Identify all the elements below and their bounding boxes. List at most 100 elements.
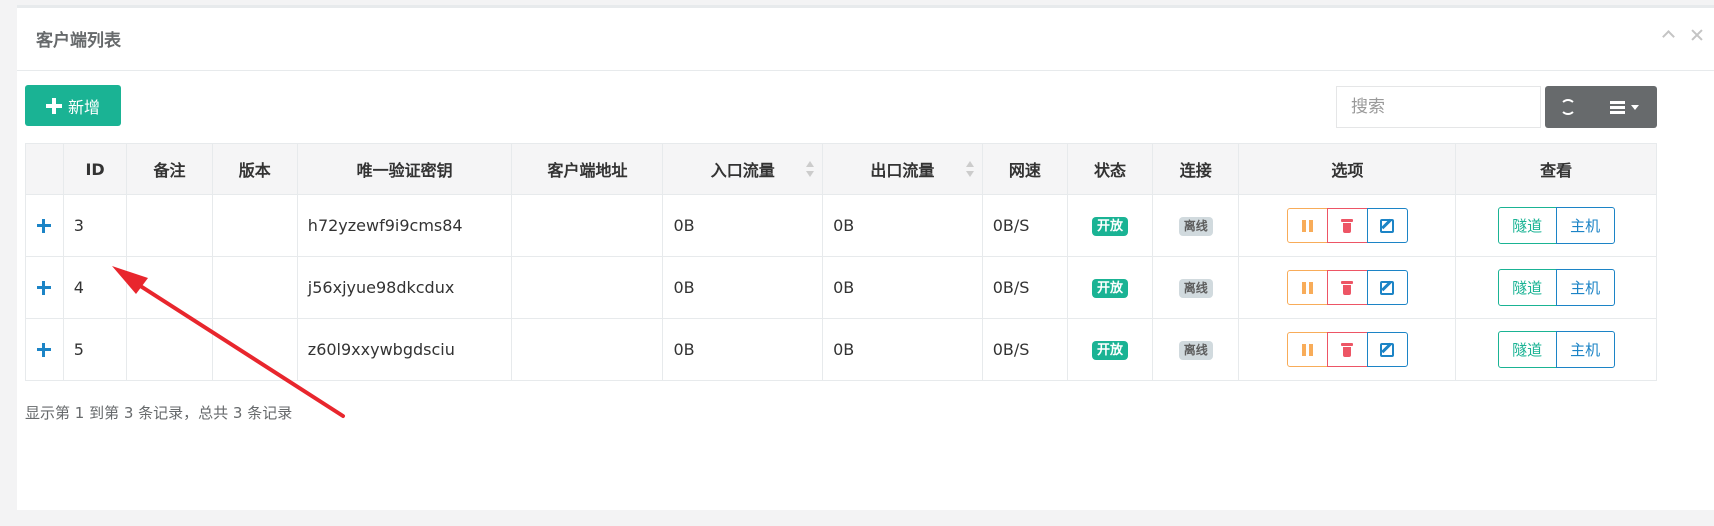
col-id[interactable]: ID: [62, 143, 128, 195]
col-address: 客户端地址: [511, 143, 664, 195]
status-badge: 开放: [1092, 279, 1129, 298]
cell-in-flow: 0B: [662, 256, 824, 319]
chevron-up-icon[interactable]: [1662, 28, 1676, 42]
tunnel-button[interactable]: 隧道: [1497, 331, 1557, 368]
plus-icon[interactable]: [37, 280, 52, 295]
cell-out-flow: 0B: [822, 318, 983, 381]
cell-id: 4: [62, 256, 128, 319]
pause-button[interactable]: [1286, 208, 1328, 243]
table-row: 4 j56xjyue98dkcdux 0B 0B 0B/S 开放 离线 隧道 主…: [25, 256, 1657, 319]
cell-remark: [126, 256, 213, 319]
trash-icon: [1341, 342, 1354, 357]
edit-button[interactable]: [1366, 270, 1408, 305]
connection-cell: 离线: [1152, 318, 1240, 381]
delete-button[interactable]: [1326, 208, 1368, 243]
pause-icon: [1301, 343, 1313, 356]
edit-button[interactable]: [1366, 332, 1408, 367]
col-key: 唯一验证密钥: [296, 143, 513, 195]
col-out-flow[interactable]: 出口流量: [822, 143, 983, 195]
search-input[interactable]: [1336, 86, 1541, 128]
cell-version: [211, 256, 298, 319]
refresh-icon: [1560, 99, 1576, 115]
col-connection: 连接: [1152, 143, 1240, 195]
caret-down-icon: [1630, 104, 1639, 110]
options-group: [1249, 332, 1445, 367]
pagination-summary: 显示第 1 到第 3 条记录，总共 3 条记录: [25, 404, 293, 422]
status-badge: 开放: [1092, 217, 1129, 236]
pause-icon: [1301, 281, 1313, 294]
options-cell: [1238, 256, 1457, 319]
table-row: 5 z60l9xxywbgdsciu 0B 0B 0B/S 开放 离线 隧道 主…: [25, 318, 1657, 381]
expand-cell: [25, 318, 64, 381]
close-icon[interactable]: [1690, 28, 1704, 42]
options-cell: [1238, 318, 1457, 381]
col-out-flow-label: 出口流量: [870, 161, 935, 180]
col-view: 查看: [1455, 143, 1657, 195]
plus-icon[interactable]: [37, 342, 52, 357]
tunnel-button[interactable]: 隧道: [1497, 269, 1557, 306]
trash-icon: [1341, 280, 1354, 295]
plus-icon[interactable]: [37, 218, 52, 233]
view-group: 隧道 主机: [1466, 207, 1646, 244]
edit-icon: [1380, 218, 1395, 233]
cell-out-flow: 0B: [822, 194, 983, 257]
panel-title: 客户端列表: [36, 31, 121, 51]
connection-cell: 离线: [1152, 194, 1240, 257]
expand-cell: [25, 256, 64, 319]
cell-remark: [126, 318, 213, 381]
status-badge: 开放: [1092, 341, 1129, 360]
add-button[interactable]: 新增: [25, 85, 121, 126]
cell-address: [511, 194, 664, 257]
refresh-button[interactable]: [1545, 86, 1591, 128]
add-button-label: 新增: [67, 97, 100, 117]
col-remark: 备注: [126, 143, 213, 195]
table-tools-group: [1545, 86, 1657, 128]
connection-cell: 离线: [1152, 256, 1240, 319]
panel-tools: [1662, 28, 1704, 42]
view-cell: 隧道 主机: [1455, 318, 1657, 381]
connection-badge: 离线: [1178, 217, 1213, 236]
cell-key: j56xjyue98dkcdux: [296, 256, 513, 319]
pause-button[interactable]: [1286, 270, 1328, 305]
client-table: ID 备注 版本 唯一验证密钥 客户端地址 入口流量 出口流量 网速 状态 连接…: [25, 143, 1657, 381]
edit-icon: [1380, 342, 1395, 357]
tunnel-button[interactable]: 隧道: [1497, 207, 1557, 244]
delete-button[interactable]: [1326, 270, 1368, 305]
cell-out-flow: 0B: [822, 256, 983, 319]
cell-version: [211, 318, 298, 381]
view-group: 隧道 主机: [1466, 331, 1646, 368]
cell-speed: 0B/S: [981, 194, 1068, 257]
columns-toggle-button[interactable]: [1591, 86, 1657, 128]
view-cell: 隧道 主机: [1455, 194, 1657, 257]
view-cell: 隧道 主机: [1455, 256, 1657, 319]
trash-icon: [1341, 218, 1354, 233]
pause-button[interactable]: [1286, 332, 1328, 367]
host-button[interactable]: 主机: [1555, 207, 1615, 244]
host-button[interactable]: 主机: [1555, 269, 1615, 306]
cell-speed: 0B/S: [981, 318, 1068, 381]
delete-button[interactable]: [1326, 332, 1368, 367]
cell-remark: [126, 194, 213, 257]
options-group: [1249, 270, 1445, 305]
cell-address: [511, 256, 664, 319]
cell-in-flow: 0B: [662, 318, 824, 381]
col-speed: 网速: [981, 143, 1068, 195]
view-group: 隧道 主机: [1466, 269, 1646, 306]
host-button[interactable]: 主机: [1555, 331, 1615, 368]
cell-version: [211, 194, 298, 257]
col-expand: [25, 143, 64, 195]
col-in-flow[interactable]: 入口流量: [662, 143, 824, 195]
cell-key: h72yzewf9i9cms84: [296, 194, 513, 257]
status-cell: 开放: [1066, 256, 1154, 319]
sort-icon: [965, 161, 974, 179]
cell-id: 3: [62, 194, 128, 257]
status-cell: 开放: [1066, 318, 1154, 381]
options-group: [1249, 208, 1445, 243]
col-status: 状态: [1066, 143, 1154, 195]
table-header-row: ID 备注 版本 唯一验证密钥 客户端地址 入口流量 出口流量 网速 状态 连接…: [25, 143, 1657, 195]
sort-icon: [806, 161, 815, 179]
plus-icon: [45, 97, 62, 114]
col-options: 选项: [1238, 143, 1457, 195]
edit-button[interactable]: [1366, 208, 1408, 243]
cell-speed: 0B/S: [981, 256, 1068, 319]
